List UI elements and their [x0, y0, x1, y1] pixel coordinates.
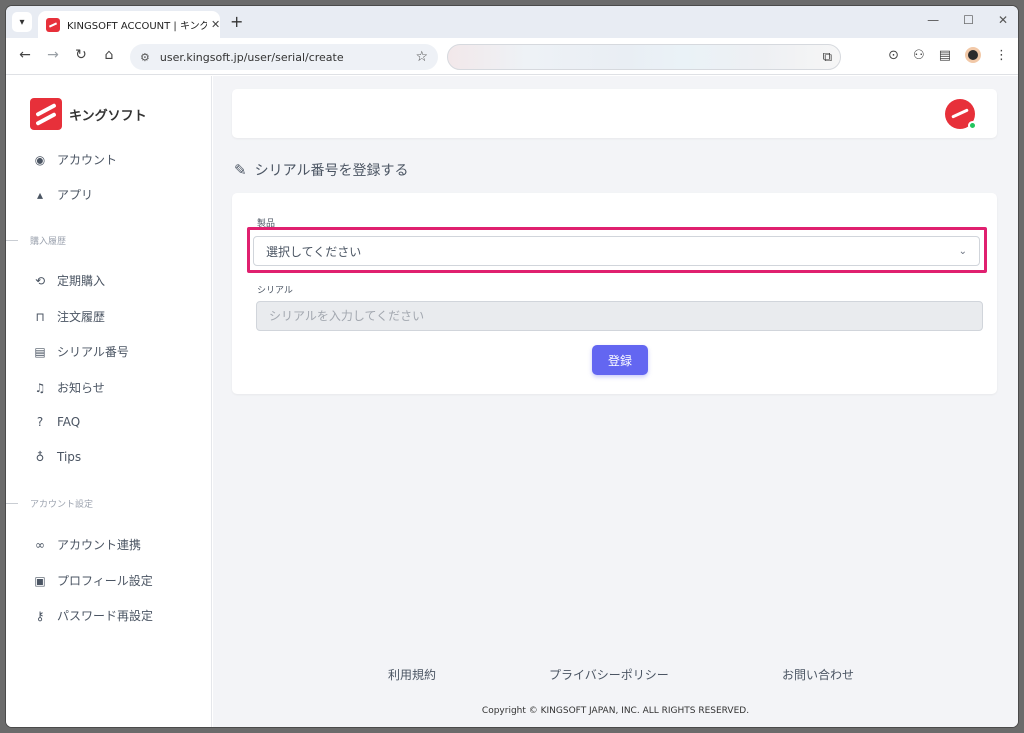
bookmark-star-icon[interactable]: ☆ — [415, 49, 428, 65]
url-text[interactable]: user.kingsoft.jp/user/serial/create — [160, 51, 416, 64]
sidebar-item-label: アプリ — [57, 188, 94, 202]
extensions-area[interactable]: ⧉ — [447, 44, 841, 70]
window-controls: — ☐ ✕ — [927, 13, 1008, 27]
section-purchase-history: 購入履歴 — [6, 234, 66, 247]
serial-input[interactable] — [256, 301, 983, 331]
chevron-down-icon: ⌄ — [958, 245, 967, 257]
lightbulb-icon: ♁ — [35, 450, 45, 464]
serial-form-card: 製品 選択してください ⌄ シリアル 登録 — [232, 193, 997, 394]
toolbar-icons: ⊙ ⚇ ▤ ⋮ — [888, 47, 1008, 63]
edit-icon: ✎ — [234, 161, 247, 179]
sidebar-item-label: アカウント — [57, 153, 118, 167]
sidebar-item-notifications[interactable]: ♫ お知らせ — [32, 379, 105, 396]
shopping-bag-icon: ⊓ — [35, 309, 45, 324]
kingsoft-favicon-icon — [46, 17, 60, 32]
sidebar-item-label: シリアル番号 — [57, 345, 129, 359]
browser-window: ▾ KINGSOFT ACCOUNT | キングソフト ✕ + — ☐ ✕ ← … — [6, 6, 1018, 727]
sync-icon: ⟲ — [34, 273, 46, 288]
sidebar-item-label: FAQ — [57, 415, 81, 429]
sidebar-item-label: Tips — [57, 450, 82, 464]
brand-name: キングソフト — [69, 108, 147, 124]
back-arrow-icon[interactable]: ← — [16, 47, 34, 63]
serial-label: シリアル — [257, 286, 293, 296]
sidebar-item-order-history[interactable]: ⊓ 注文履歴 — [32, 308, 105, 325]
forward-arrow-icon[interactable]: → — [44, 47, 62, 63]
bell-icon: ♫ — [34, 380, 46, 395]
sidebar-item-label: アカウント連携 — [57, 538, 142, 552]
copyright-text: Copyright © KINGSOFT JAPAN, INC. ALL RIG… — [481, 706, 750, 716]
reload-icon[interactable]: ↻ — [72, 47, 90, 63]
user-avatar[interactable] — [945, 99, 977, 130]
sidebar-item-apps[interactable]: ▴ アプリ — [32, 186, 93, 203]
tab-bar: ▾ KINGSOFT ACCOUNT | キングソフト ✕ + — ☐ ✕ — [6, 6, 1018, 38]
main-content: ✎ シリアル番号を登録する 製品 選択してください ⌄ シリアル 登録 利用規約… — [213, 76, 1018, 727]
section-account-settings: アカウント設定 — [6, 497, 93, 510]
key-icon: ⚷ — [35, 608, 45, 623]
profile-avatar[interactable] — [965, 47, 981, 63]
footer-link-privacy[interactable]: プライバシーポリシー — [549, 666, 669, 683]
link-icon: ∞ — [35, 537, 45, 552]
minimize-icon[interactable]: — — [927, 13, 939, 27]
product-select[interactable]: 選択してください ⌄ — [253, 236, 980, 266]
incognito-icon[interactable]: ⚇ — [913, 48, 925, 63]
online-status-dot — [968, 121, 977, 130]
footer-link-contact[interactable]: お問い合わせ — [782, 666, 854, 683]
sidebar-item-label: 注文履歴 — [57, 310, 106, 324]
tab-search-button[interactable]: ▾ — [12, 12, 32, 32]
sidebar-item-account[interactable]: ◉ アカウント — [32, 151, 117, 168]
apps-shapes-icon: ▴ — [36, 187, 44, 202]
register-button[interactable]: 登録 — [592, 345, 648, 375]
kebab-menu-icon[interactable]: ⋮ — [995, 48, 1008, 63]
sidebar: キングソフト ◉ アカウント ▴ アプリ 購入履歴 ⟲ 定期購入 ⊓ 注文履歴 … — [6, 76, 212, 727]
question-icon: ? — [36, 415, 44, 429]
sidebar-item-serial[interactable]: ▤ シリアル番号 — [32, 343, 129, 360]
account-circle-icon: ◉ — [34, 152, 46, 167]
profile-icon: ▣ — [34, 573, 46, 588]
sidebar-item-tips[interactable]: ♁ Tips — [32, 450, 82, 464]
document-icon: ▤ — [34, 344, 46, 359]
reading-list-icon[interactable]: ▤ — [939, 48, 951, 63]
chevron-down-icon: ▾ — [19, 16, 25, 28]
address-bar[interactable]: ⚙ user.kingsoft.jp/user/serial/create ☆ — [130, 44, 438, 70]
sidebar-item-subscription[interactable]: ⟲ 定期購入 — [32, 272, 105, 289]
page-title-text: シリアル番号を登録する — [254, 163, 409, 179]
sidebar-item-account-link[interactable]: ∞ アカウント連携 — [32, 536, 141, 553]
browser-toolbar: ← → ↻ ⌂ ⚙ user.kingsoft.jp/user/serial/c… — [6, 38, 1018, 75]
product-select-value: 選択してください — [266, 244, 362, 259]
lens-icon[interactable]: ⊙ — [888, 48, 899, 63]
page-title: ✎ シリアル番号を登録する — [234, 160, 408, 180]
footer-link-terms[interactable]: 利用規約 — [388, 666, 436, 683]
sidebar-item-password[interactable]: ⚷ パスワード再設定 — [32, 607, 153, 624]
extension-puzzle-icon[interactable]: ⧉ — [823, 50, 832, 65]
maximize-icon[interactable]: ☐ — [963, 13, 974, 27]
sidebar-item-profile[interactable]: ▣ プロフィール設定 — [32, 572, 153, 589]
tab-title: KINGSOFT ACCOUNT | キングソフト — [67, 21, 207, 32]
new-tab-plus-icon[interactable]: + — [230, 12, 243, 31]
sidebar-item-label: お知らせ — [57, 381, 105, 395]
kingsoft-logo-icon — [30, 98, 62, 130]
window-close-icon[interactable]: ✕ — [998, 13, 1008, 27]
sidebar-item-label: パスワード再設定 — [57, 609, 154, 623]
home-icon[interactable]: ⌂ — [100, 47, 118, 63]
sidebar-item-label: 定期購入 — [57, 274, 106, 288]
header-bar — [232, 89, 997, 138]
sidebar-item-label: プロフィール設定 — [57, 574, 153, 588]
sidebar-item-faq[interactable]: ? FAQ — [32, 415, 80, 429]
close-icon[interactable]: ✕ — [211, 18, 220, 31]
brand-logo[interactable]: キングソフト — [30, 98, 147, 130]
site-info-icon[interactable]: ⚙ — [140, 51, 150, 64]
browser-tab[interactable]: KINGSOFT ACCOUNT | キングソフト ✕ — [38, 11, 220, 38]
